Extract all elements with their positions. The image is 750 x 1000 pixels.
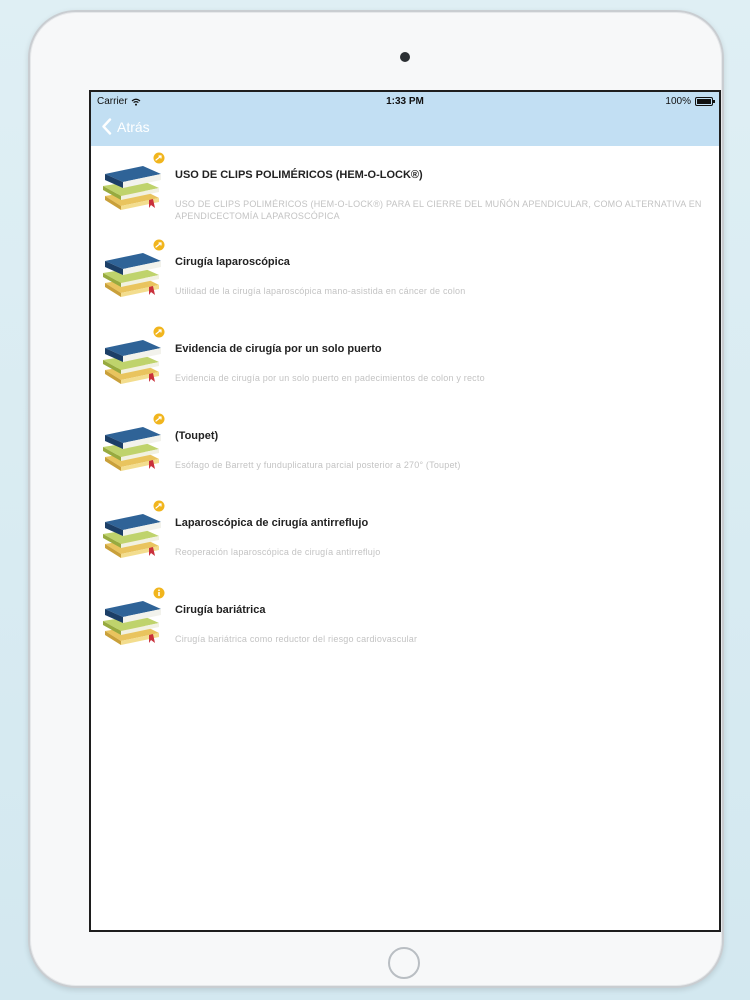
item-subtitle: Utilidad de la cirugía laparoscópica man… <box>175 286 466 296</box>
item-subtitle: Cirugía bariátrica como reductor del rie… <box>175 634 418 644</box>
home-button[interactable] <box>388 947 420 979</box>
books-icon <box>99 239 169 303</box>
item-title: Cirugía bariátrica <box>175 604 266 616</box>
battery-indicator: 100% <box>665 96 715 107</box>
list-item[interactable]: Evidencia de cirugía por un solo puerto … <box>91 320 719 407</box>
battery-percent: 100% <box>665 96 691 107</box>
front-camera <box>400 52 410 62</box>
status-bar: Carrier 1:33 PM 100% <box>91 92 719 112</box>
item-title: Evidencia de cirugía por un solo puerto <box>175 343 382 355</box>
back-button[interactable]: Atrás <box>101 118 150 135</box>
top-bar: Carrier 1:33 PM 100% Atrás <box>91 92 719 146</box>
item-subtitle: Esófago de Barrett y funduplicatura parc… <box>175 460 461 470</box>
item-title: Cirugía laparoscópica <box>175 256 290 268</box>
item-subtitle: USO DE CLIPS POLIMÉRICOS (HEM-O-LOCK®) P… <box>175 199 702 221</box>
books-icon <box>99 587 169 651</box>
chevron-left-icon <box>102 118 112 135</box>
item-subtitle: Evidencia de cirugía por un solo puerto … <box>175 373 485 383</box>
status-time: 1:33 PM <box>386 96 424 107</box>
list-item[interactable]: Cirugía bariátrica Cirugía bariátrica co… <box>91 581 719 668</box>
books-icon <box>99 326 169 390</box>
battery-icon <box>695 97 715 106</box>
item-title: (Toupet) <box>175 430 219 442</box>
item-title: Laparoscópica de cirugía antirreflujo <box>175 517 369 529</box>
list-item[interactable]: (Toupet) Esófago de Barrett y funduplica… <box>91 407 719 494</box>
item-subtitle: Reoperación laparoscópica de cirugía ant… <box>175 547 381 557</box>
list-item[interactable]: Laparoscópica de cirugía antirreflujo Re… <box>91 494 719 581</box>
books-icon <box>99 413 169 477</box>
list-item[interactable]: USO DE CLIPS POLIMÉRICOS (HEM-O-LOCK®) U… <box>91 146 719 233</box>
article-list: USO DE CLIPS POLIMÉRICOS (HEM-O-LOCK®) U… <box>91 146 719 668</box>
item-title: USO DE CLIPS POLIMÉRICOS (HEM-O-LOCK®) <box>175 169 423 181</box>
back-label: Atrás <box>117 118 150 135</box>
books-icon <box>99 500 169 564</box>
ipad-frame: Carrier 1:33 PM 100% Atrás USO DE CLIPS … <box>28 10 724 988</box>
app-screen: Carrier 1:33 PM 100% Atrás USO DE CLIPS … <box>89 90 721 932</box>
list-item[interactable]: Cirugía laparoscópica Utilidad de la cir… <box>91 233 719 320</box>
books-icon <box>99 152 169 216</box>
